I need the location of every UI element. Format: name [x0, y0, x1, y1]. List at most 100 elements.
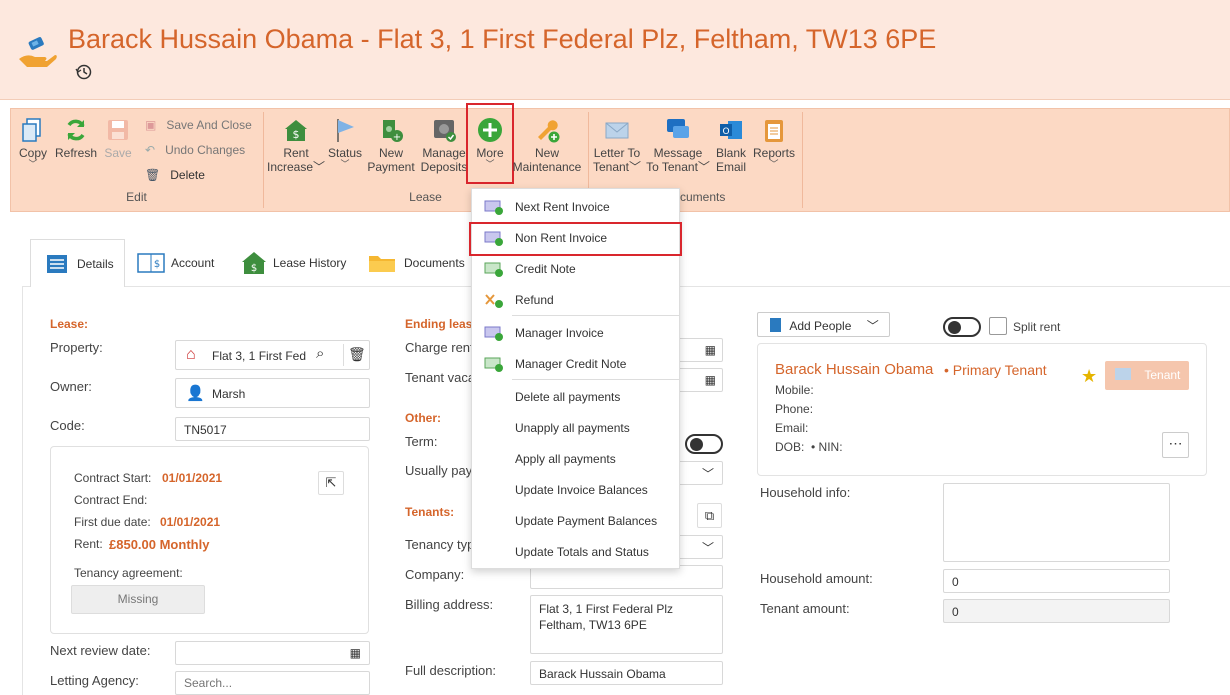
menu-item-label: Apply all payments	[515, 451, 616, 466]
menu-item-update-totals-and-status[interactable]: Update Totals and Status	[472, 536, 679, 567]
save-small-icon: ▣	[145, 118, 157, 132]
menu-item-delete-all-payments[interactable]: Delete all payments	[472, 381, 679, 412]
billing-address-line-1: Flat 3, 1 First Federal Plz	[539, 602, 674, 616]
calendar-icon[interactable]: ▦	[350, 646, 361, 660]
household-amount-field[interactable]: 0	[943, 569, 1170, 593]
add-people-button[interactable]: Add People ﹀	[757, 312, 890, 337]
refresh-button[interactable]: Refresh	[54, 117, 98, 160]
tab-details[interactable]: Details	[30, 239, 125, 287]
add-person-icon	[770, 318, 781, 332]
dob-nin-label: DOB: • NIN:	[775, 440, 843, 454]
letter-to-tenant-label-1: Letter To	[593, 146, 641, 160]
tab-details-label: Details	[77, 256, 114, 271]
credit-note-icon	[484, 262, 503, 277]
rent-label: Rent:	[74, 537, 103, 551]
svg-text:$: $	[251, 263, 257, 274]
menu-item-credit-note[interactable]: Credit Note	[472, 253, 679, 284]
message-to-tenant-label-1: Message	[653, 146, 703, 160]
contract-start-label: Contract Start:	[74, 471, 152, 485]
property-field[interactable]: ⌂ Flat 3, 1 First Federal Plz ⌕ 🗑	[175, 340, 370, 370]
split-rent-toggle[interactable]	[943, 317, 981, 337]
property-value: Flat 3, 1 First Federal Plz	[212, 349, 306, 363]
household-info-field[interactable]	[943, 483, 1170, 562]
menu-item-label: Refund	[515, 292, 554, 307]
mobile-label: Mobile:	[775, 383, 814, 397]
field-divider	[343, 344, 344, 366]
refund-icon	[485, 293, 503, 308]
full-description-label: Full description:	[405, 663, 497, 678]
copy-button[interactable]: Copy ﹀	[16, 117, 50, 169]
lease-section-title: Lease:	[50, 317, 89, 331]
more-options-icon[interactable]: ⋯	[1162, 432, 1189, 458]
tenant-name[interactable]: Barack Hussain Obama	[775, 361, 933, 378]
split-rent-label: Split rent	[1013, 320, 1061, 334]
undo-changes-button[interactable]: ↶ Undo Changes	[145, 143, 245, 157]
id-card-icon	[1115, 368, 1131, 380]
folder-icon	[369, 256, 395, 272]
star-icon[interactable]: ★	[1081, 366, 1097, 387]
owner-field[interactable]: 👤 Marsh	[175, 378, 370, 408]
tab-account[interactable]: $ Account	[137, 239, 214, 287]
menu-item-unapply-all-payments[interactable]: Unapply all payments	[472, 412, 679, 443]
menu-item-label: Next Rent Invoice	[515, 199, 610, 214]
menu-item-next-rent-invoice[interactable]: Next Rent Invoice	[472, 191, 679, 222]
refresh-label: Refresh	[54, 146, 98, 160]
new-maintenance-label-1: New	[534, 146, 559, 160]
full-description-field[interactable]: Barack Hussain Obama	[530, 661, 723, 685]
search-icon[interactable]: ⌕	[316, 345, 324, 362]
hand-money-icon	[19, 37, 57, 67]
rent-increase-label-2: Increase	[267, 160, 314, 174]
new-payment-label-2: Payment	[367, 160, 415, 174]
save-and-close-button[interactable]: ▣ Save And Close	[145, 118, 252, 132]
calendar-icon[interactable]: ▦	[705, 343, 716, 357]
tenant-amount-field: 0	[943, 599, 1170, 623]
open-external-icon[interactable]: ⇱	[318, 471, 344, 495]
trash-icon[interactable]: 🗑	[348, 346, 366, 363]
manage-deposits-button[interactable]: Manage Deposits	[418, 117, 470, 174]
trash-icon: 🗑	[145, 168, 161, 182]
non-rent-invoice-highlight-box	[469, 222, 682, 256]
menu-item-manager-invoice[interactable]: Manager Invoice	[472, 317, 679, 348]
new-maintenance-button[interactable]: New Maintenance	[512, 117, 582, 174]
term-toggle[interactable]	[685, 434, 723, 454]
svg-text:$: $	[154, 259, 160, 270]
menu-item-manager-credit-note[interactable]: Manager Credit Note	[472, 348, 679, 379]
letting-agency-search[interactable]	[175, 671, 370, 695]
save-button[interactable]: Save	[103, 117, 133, 160]
copy-icon[interactable]: ⧉	[697, 503, 722, 528]
new-payment-label-1: New	[378, 146, 403, 160]
history-icon[interactable]	[75, 63, 93, 81]
message-to-tenant-button[interactable]: Message To Tenant﹀	[645, 117, 711, 174]
status-button[interactable]: Status ﹀	[327, 117, 363, 169]
copy-label: Copy	[18, 146, 47, 160]
more-highlight-box	[466, 103, 514, 184]
calendar-icon[interactable]: ▦	[705, 373, 716, 387]
clipboard-icon	[765, 120, 783, 142]
menu-item-apply-all-payments[interactable]: Apply all payments	[472, 443, 679, 474]
contract-start-value: 01/01/2021	[162, 471, 223, 485]
phone-label: Phone:	[775, 402, 814, 416]
tab-documents[interactable]: Documents	[368, 239, 465, 287]
menu-item-update-payment-balances[interactable]: Update Payment Balances	[472, 505, 679, 536]
menu-item-update-invoice-balances[interactable]: Update Invoice Balances	[472, 474, 679, 505]
rent-increase-button[interactable]: $ Rent Increase﹀	[267, 117, 325, 174]
agreement-label: Tenancy agreement:	[74, 566, 183, 580]
save-and-close-label: Save And Close	[166, 118, 252, 132]
next-review-field[interactable]: ▦	[175, 641, 370, 665]
delete-button[interactable]: 🗑 Delete	[145, 168, 205, 182]
menu-item-refund[interactable]: Refund	[472, 284, 679, 315]
split-rent-checkbox[interactable]	[989, 317, 1007, 335]
blank-email-button[interactable]: O Blank Email	[714, 117, 748, 174]
add-people-label: Add People	[789, 319, 852, 333]
charge-rent-label: Charge rent	[405, 340, 471, 355]
billing-address-field[interactable]: Flat 3, 1 First Federal Plz Feltham, TW1…	[530, 595, 723, 654]
tab-lease-history[interactable]: $ Lease History	[241, 239, 346, 287]
reports-button[interactable]: Reports ﹀	[752, 117, 796, 169]
menu-item-label: Update Totals and Status	[515, 544, 649, 559]
code-field[interactable]: TN5017	[175, 417, 370, 441]
menu-item-label: Credit Note	[515, 261, 576, 276]
letter-to-tenant-button[interactable]: Letter To Tenant﹀	[592, 117, 642, 174]
new-payment-button[interactable]: + New Payment	[366, 117, 416, 174]
missing-button[interactable]: Missing	[71, 585, 205, 614]
chevron-down-icon: ﹀	[701, 541, 714, 555]
